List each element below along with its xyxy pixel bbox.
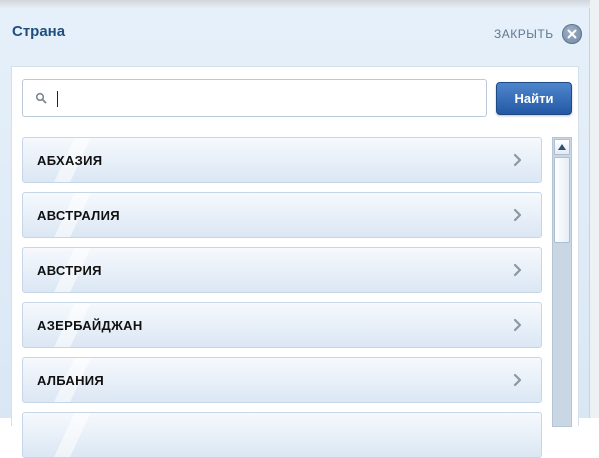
chevron-right-icon	[513, 153, 522, 167]
chevron-right-icon	[513, 318, 522, 332]
scroll-up-button[interactable]	[554, 139, 570, 155]
list-item[interactable]: АВСТРИЯ	[22, 247, 542, 293]
country-label: АБХАЗИЯ	[37, 153, 103, 168]
close-button[interactable]: ЗАКРЫТЬ	[494, 23, 582, 45]
country-dialog: Страна ЗАКРЫТЬ Найти АБХАЗИЯ АВСТРАЛИЯ А…	[0, 8, 590, 458]
list-scrollbar[interactable]	[552, 137, 572, 427]
country-label: АЗЕРБАЙДЖАН	[37, 318, 143, 333]
close-label: ЗАКРЫТЬ	[494, 27, 554, 41]
text-cursor	[57, 91, 58, 107]
scroll-thumb[interactable]	[554, 157, 570, 243]
list-item[interactable]: АВСТРАЛИЯ	[22, 192, 542, 238]
chevron-right-icon	[513, 208, 522, 222]
background-right-edge	[590, 0, 599, 418]
chevron-right-icon	[513, 373, 522, 387]
search-input[interactable]	[55, 86, 475, 110]
country-label: АЛБАНИЯ	[37, 373, 105, 388]
dialog-content: Найти АБХАЗИЯ АВСТРАЛИЯ АВСТРИЯ АЗЕРБАЙД…	[11, 66, 579, 458]
list-item[interactable]: АЗЕРБАЙДЖАН	[22, 302, 542, 348]
background-top-strip	[0, 0, 599, 8]
arrow-up-icon	[558, 144, 566, 150]
search-box[interactable]	[22, 79, 487, 117]
chevron-right-icon	[513, 263, 522, 277]
country-label: АВСТРИЯ	[37, 263, 102, 278]
close-icon[interactable]	[561, 24, 582, 44]
list-item[interactable]: АЛБАНИЯ	[22, 357, 542, 403]
list-item[interactable]	[22, 412, 542, 458]
search-button[interactable]: Найти	[496, 82, 572, 115]
country-label: АВСТРАЛИЯ	[37, 208, 120, 223]
dialog-title: Страна	[12, 23, 66, 40]
list-item[interactable]: АБХАЗИЯ	[22, 137, 542, 183]
search-icon	[35, 92, 47, 104]
